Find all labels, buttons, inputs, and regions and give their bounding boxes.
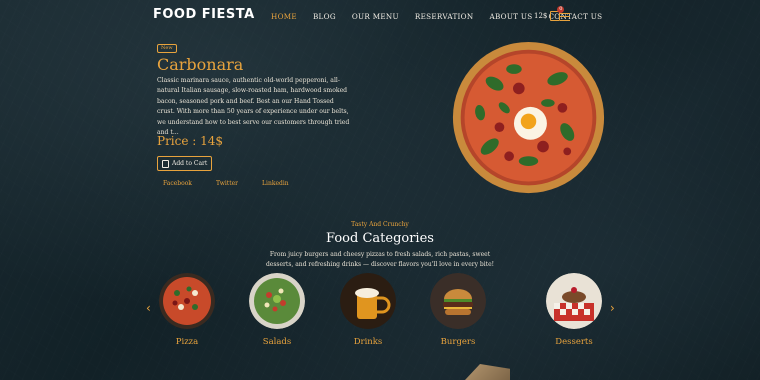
add-to-cart-button[interactable]: Add to Cart [157,156,213,171]
categories-description-wrap: From juicy burgers and cheesy pizzas to … [0,250,760,270]
carousel-next-arrow[interactable]: › [610,301,615,315]
new-badge: New [157,44,177,53]
facebook-link[interactable]: Facebook [163,180,192,187]
pizza-hero-image [452,41,605,194]
category-desserts[interactable]: Desserts [542,273,606,347]
category-salads[interactable]: Salads [245,273,309,347]
category-label-pizza: Pizza [175,337,199,347]
categories-title: Food Categories [326,231,434,246]
category-label-burgers: Burgers [440,337,476,347]
nav-item-about-us[interactable]: ABOUT US [489,12,532,21]
nav-item-blog[interactable]: BLOG [313,12,336,21]
nav-item-home[interactable]: HOME [271,12,297,21]
bag-icon [162,159,169,168]
hamburger-menu-icon[interactable] [560,13,570,21]
shopping-bag-icon: 0 [550,6,565,21]
linkedin-link[interactable]: Linkedin [262,180,289,187]
categories-description: From juicy burgers and cheesy pizzas to … [265,251,495,268]
top-navbar: FOOD FIESTA HOME BLOG OUR MENU RESERVATI… [0,0,760,34]
cart-total: 12$ [534,12,548,20]
cart-button[interactable]: 12$ 0 [534,6,565,21]
product-description: Classic marinara sauce, authentic old-wo… [157,77,350,137]
pizza-icon [159,273,215,329]
category-drinks[interactable]: Drinks [336,273,400,347]
nav-item-our-menu[interactable]: OUR MENU [352,12,399,21]
beer-icon [340,273,396,329]
product-title: Carbonara [157,55,244,74]
categories-subtitle: Tasty And Crunchy [351,221,409,228]
category-pizza[interactable]: Pizza [155,273,219,347]
salad-icon [249,273,305,329]
decorative-food-image [465,364,510,380]
category-burgers[interactable]: Burgers [426,273,490,347]
category-label-salads: Salads [262,337,292,347]
category-label-desserts: Desserts [555,337,593,347]
carousel-prev-arrow[interactable]: ‹ [146,301,151,315]
add-to-cart-label: Add to Cart [172,160,208,167]
nav-item-reservation[interactable]: RESERVATION [415,12,474,21]
site-logo[interactable]: FOOD FIESTA [153,7,255,22]
category-label-drinks: Drinks [353,337,383,347]
burger-icon [430,273,486,329]
dessert-icon [546,273,602,329]
twitter-link[interactable]: Twitter [216,180,238,187]
social-links: Facebook Twitter Linkedin [163,180,289,187]
product-price: Price : 14$ [157,134,224,148]
